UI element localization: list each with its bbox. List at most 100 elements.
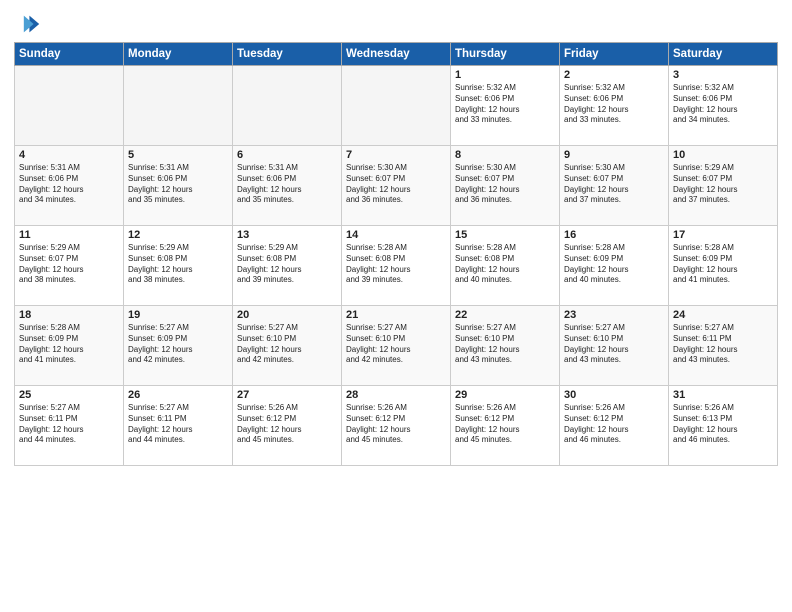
calendar-cell: 30 Sunrise: 5:26 AM Sunset: 6:12 PM Dayli…	[560, 386, 669, 466]
day-number: 7	[346, 149, 446, 161]
day-info: Sunrise: 5:26 AM Sunset: 6:12 PM Dayligh…	[346, 403, 446, 446]
day-info: Sunrise: 5:29 AM Sunset: 6:08 PM Dayligh…	[237, 243, 337, 286]
week-row-3: 11 Sunrise: 5:29 AM Sunset: 6:07 PM Dayli…	[15, 226, 778, 306]
day-info: Sunrise: 5:32 AM Sunset: 6:06 PM Dayligh…	[455, 83, 555, 126]
day-number: 4	[19, 149, 119, 161]
week-row-5: 25 Sunrise: 5:27 AM Sunset: 6:11 PM Dayli…	[15, 386, 778, 466]
day-info: Sunrise: 5:32 AM Sunset: 6:06 PM Dayligh…	[564, 83, 664, 126]
day-header-sunday: Sunday	[15, 43, 124, 66]
day-info: Sunrise: 5:30 AM Sunset: 6:07 PM Dayligh…	[455, 163, 555, 206]
calendar-cell: 15 Sunrise: 5:28 AM Sunset: 6:08 PM Dayli…	[451, 226, 560, 306]
calendar-cell: 5 Sunrise: 5:31 AM Sunset: 6:06 PM Daylig…	[124, 146, 233, 226]
day-number: 27	[237, 389, 337, 401]
day-info: Sunrise: 5:28 AM Sunset: 6:09 PM Dayligh…	[564, 243, 664, 286]
day-number: 15	[455, 229, 555, 241]
day-number: 9	[564, 149, 664, 161]
calendar-cell: 18 Sunrise: 5:28 AM Sunset: 6:09 PM Dayli…	[15, 306, 124, 386]
calendar-cell: 4Sunrise: 5:31 AM Sunset: 6:06 PM Daylig…	[15, 146, 124, 226]
day-info: Sunrise: 5:27 AM Sunset: 6:11 PM Dayligh…	[128, 403, 228, 446]
day-info: Sunrise: 5:29 AM Sunset: 6:07 PM Dayligh…	[19, 243, 119, 286]
calendar-cell: 10 Sunrise: 5:29 AM Sunset: 6:07 PM Dayli…	[669, 146, 778, 226]
logo-icon	[14, 10, 42, 38]
calendar-cell	[15, 66, 124, 146]
calendar-cell: 17 Sunrise: 5:28 AM Sunset: 6:09 PM Dayli…	[669, 226, 778, 306]
calendar-cell: 24Sunrise: 5:27 AM Sunset: 6:11 PM Dayli…	[669, 306, 778, 386]
day-number: 5	[128, 149, 228, 161]
day-info: Sunrise: 5:28 AM Sunset: 6:09 PM Dayligh…	[673, 243, 773, 286]
day-info: Sunrise: 5:26 AM Sunset: 6:13 PM Dayligh…	[673, 403, 773, 446]
day-info: Sunrise: 5:26 AM Sunset: 6:12 PM Dayligh…	[564, 403, 664, 446]
day-number: 29	[455, 389, 555, 401]
calendar-cell: 9 Sunrise: 5:30 AM Sunset: 6:07 PM Daylig…	[560, 146, 669, 226]
day-number: 25	[19, 389, 119, 401]
calendar-cell: 6Sunrise: 5:31 AM Sunset: 6:06 PM Daylig…	[233, 146, 342, 226]
day-info: Sunrise: 5:27 AM Sunset: 6:10 PM Dayligh…	[346, 323, 446, 366]
day-info: Sunrise: 5:31 AM Sunset: 6:06 PM Dayligh…	[128, 163, 228, 206]
calendar-cell	[342, 66, 451, 146]
calendar: SundayMondayTuesdayWednesdayThursdayFrid…	[14, 42, 778, 466]
day-header-monday: Monday	[124, 43, 233, 66]
day-number: 13	[237, 229, 337, 241]
day-info: Sunrise: 5:28 AM Sunset: 6:08 PM Dayligh…	[455, 243, 555, 286]
calendar-cell: 2 Sunrise: 5:32 AM Sunset: 6:06 PM Daylig…	[560, 66, 669, 146]
calendar-cell: 31 Sunrise: 5:26 AM Sunset: 6:13 PM Dayli…	[669, 386, 778, 466]
day-info: Sunrise: 5:27 AM Sunset: 6:10 PM Dayligh…	[455, 323, 555, 366]
day-info: Sunrise: 5:27 AM Sunset: 6:09 PM Dayligh…	[128, 323, 228, 366]
calendar-cell: 22 Sunrise: 5:27 AM Sunset: 6:10 PM Dayli…	[451, 306, 560, 386]
calendar-cell: 27 Sunrise: 5:26 AM Sunset: 6:12 PM Dayli…	[233, 386, 342, 466]
calendar-cell: 25 Sunrise: 5:27 AM Sunset: 6:11 PM Dayli…	[15, 386, 124, 466]
day-info: Sunrise: 5:29 AM Sunset: 6:07 PM Dayligh…	[673, 163, 773, 206]
day-header-wednesday: Wednesday	[342, 43, 451, 66]
day-info: Sunrise: 5:30 AM Sunset: 6:07 PM Dayligh…	[564, 163, 664, 206]
day-info: Sunrise: 5:27 AM Sunset: 6:11 PM Dayligh…	[19, 403, 119, 446]
calendar-cell: 11 Sunrise: 5:29 AM Sunset: 6:07 PM Dayli…	[15, 226, 124, 306]
day-info: Sunrise: 5:26 AM Sunset: 6:12 PM Dayligh…	[237, 403, 337, 446]
day-number: 3	[673, 69, 773, 81]
calendar-cell: 13 Sunrise: 5:29 AM Sunset: 6:08 PM Dayli…	[233, 226, 342, 306]
day-number: 1	[455, 69, 555, 81]
week-row-1: 1 Sunrise: 5:32 AM Sunset: 6:06 PM Daylig…	[15, 66, 778, 146]
day-number: 8	[455, 149, 555, 161]
calendar-cell: 21 Sunrise: 5:27 AM Sunset: 6:10 PM Dayli…	[342, 306, 451, 386]
page: SundayMondayTuesdayWednesdayThursdayFrid…	[0, 0, 792, 612]
day-info: Sunrise: 5:28 AM Sunset: 6:09 PM Dayligh…	[19, 323, 119, 366]
calendar-cell: 16 Sunrise: 5:28 AM Sunset: 6:09 PM Dayli…	[560, 226, 669, 306]
day-number: 10	[673, 149, 773, 161]
day-info: Sunrise: 5:30 AM Sunset: 6:07 PM Dayligh…	[346, 163, 446, 206]
day-info: Sunrise: 5:27 AM Sunset: 6:11 PM Dayligh…	[673, 323, 773, 366]
day-header-friday: Friday	[560, 43, 669, 66]
day-number: 21	[346, 309, 446, 321]
day-number: 30	[564, 389, 664, 401]
day-number: 16	[564, 229, 664, 241]
day-number: 17	[673, 229, 773, 241]
calendar-cell	[233, 66, 342, 146]
header	[14, 10, 778, 38]
day-number: 18	[19, 309, 119, 321]
day-number: 14	[346, 229, 446, 241]
day-number: 12	[128, 229, 228, 241]
day-number: 28	[346, 389, 446, 401]
calendar-cell: 23Sunrise: 5:27 AM Sunset: 6:10 PM Dayli…	[560, 306, 669, 386]
day-info: Sunrise: 5:27 AM Sunset: 6:10 PM Dayligh…	[237, 323, 337, 366]
day-info: Sunrise: 5:32 AM Sunset: 6:06 PM Dayligh…	[673, 83, 773, 126]
week-row-2: 4 Sunrise: 5:31 AM Sunset: 6:06 PM Daylig…	[15, 146, 778, 226]
day-number: 22	[455, 309, 555, 321]
calendar-cell: 28 Sunrise: 5:26 AM Sunset: 6:12 PM Dayli…	[342, 386, 451, 466]
day-info: Sunrise: 5:26 AM Sunset: 6:12 PM Dayligh…	[455, 403, 555, 446]
week-row-4: 18 Sunrise: 5:28 AM Sunset: 6:09 PM Dayli…	[15, 306, 778, 386]
calendar-cell: 12Sunrise: 5:29 AM Sunset: 6:08 PM Dayli…	[124, 226, 233, 306]
day-number: 31	[673, 389, 773, 401]
day-number: 19	[128, 309, 228, 321]
day-number: 2	[564, 69, 664, 81]
day-info: Sunrise: 5:28 AM Sunset: 6:08 PM Dayligh…	[346, 243, 446, 286]
calendar-cell: 7 Sunrise: 5:30 AM Sunset: 6:07 PM Daylig…	[342, 146, 451, 226]
day-number: 20	[237, 309, 337, 321]
calendar-cell: 3 Sunrise: 5:32 AM Sunset: 6:06 PM Daylig…	[669, 66, 778, 146]
day-info: Sunrise: 5:31 AM Sunset: 6:06 PM Dayligh…	[237, 163, 337, 206]
calendar-cell: 14 Sunrise: 5:28 AM Sunset: 6:08 PM Dayli…	[342, 226, 451, 306]
calendar-cell	[124, 66, 233, 146]
day-header-saturday: Saturday	[669, 43, 778, 66]
day-number: 11	[19, 229, 119, 241]
calendar-header-row: SundayMondayTuesdayWednesdayThursdayFrid…	[15, 43, 778, 66]
calendar-cell: 19 Sunrise: 5:27 AM Sunset: 6:09 PM Dayli…	[124, 306, 233, 386]
